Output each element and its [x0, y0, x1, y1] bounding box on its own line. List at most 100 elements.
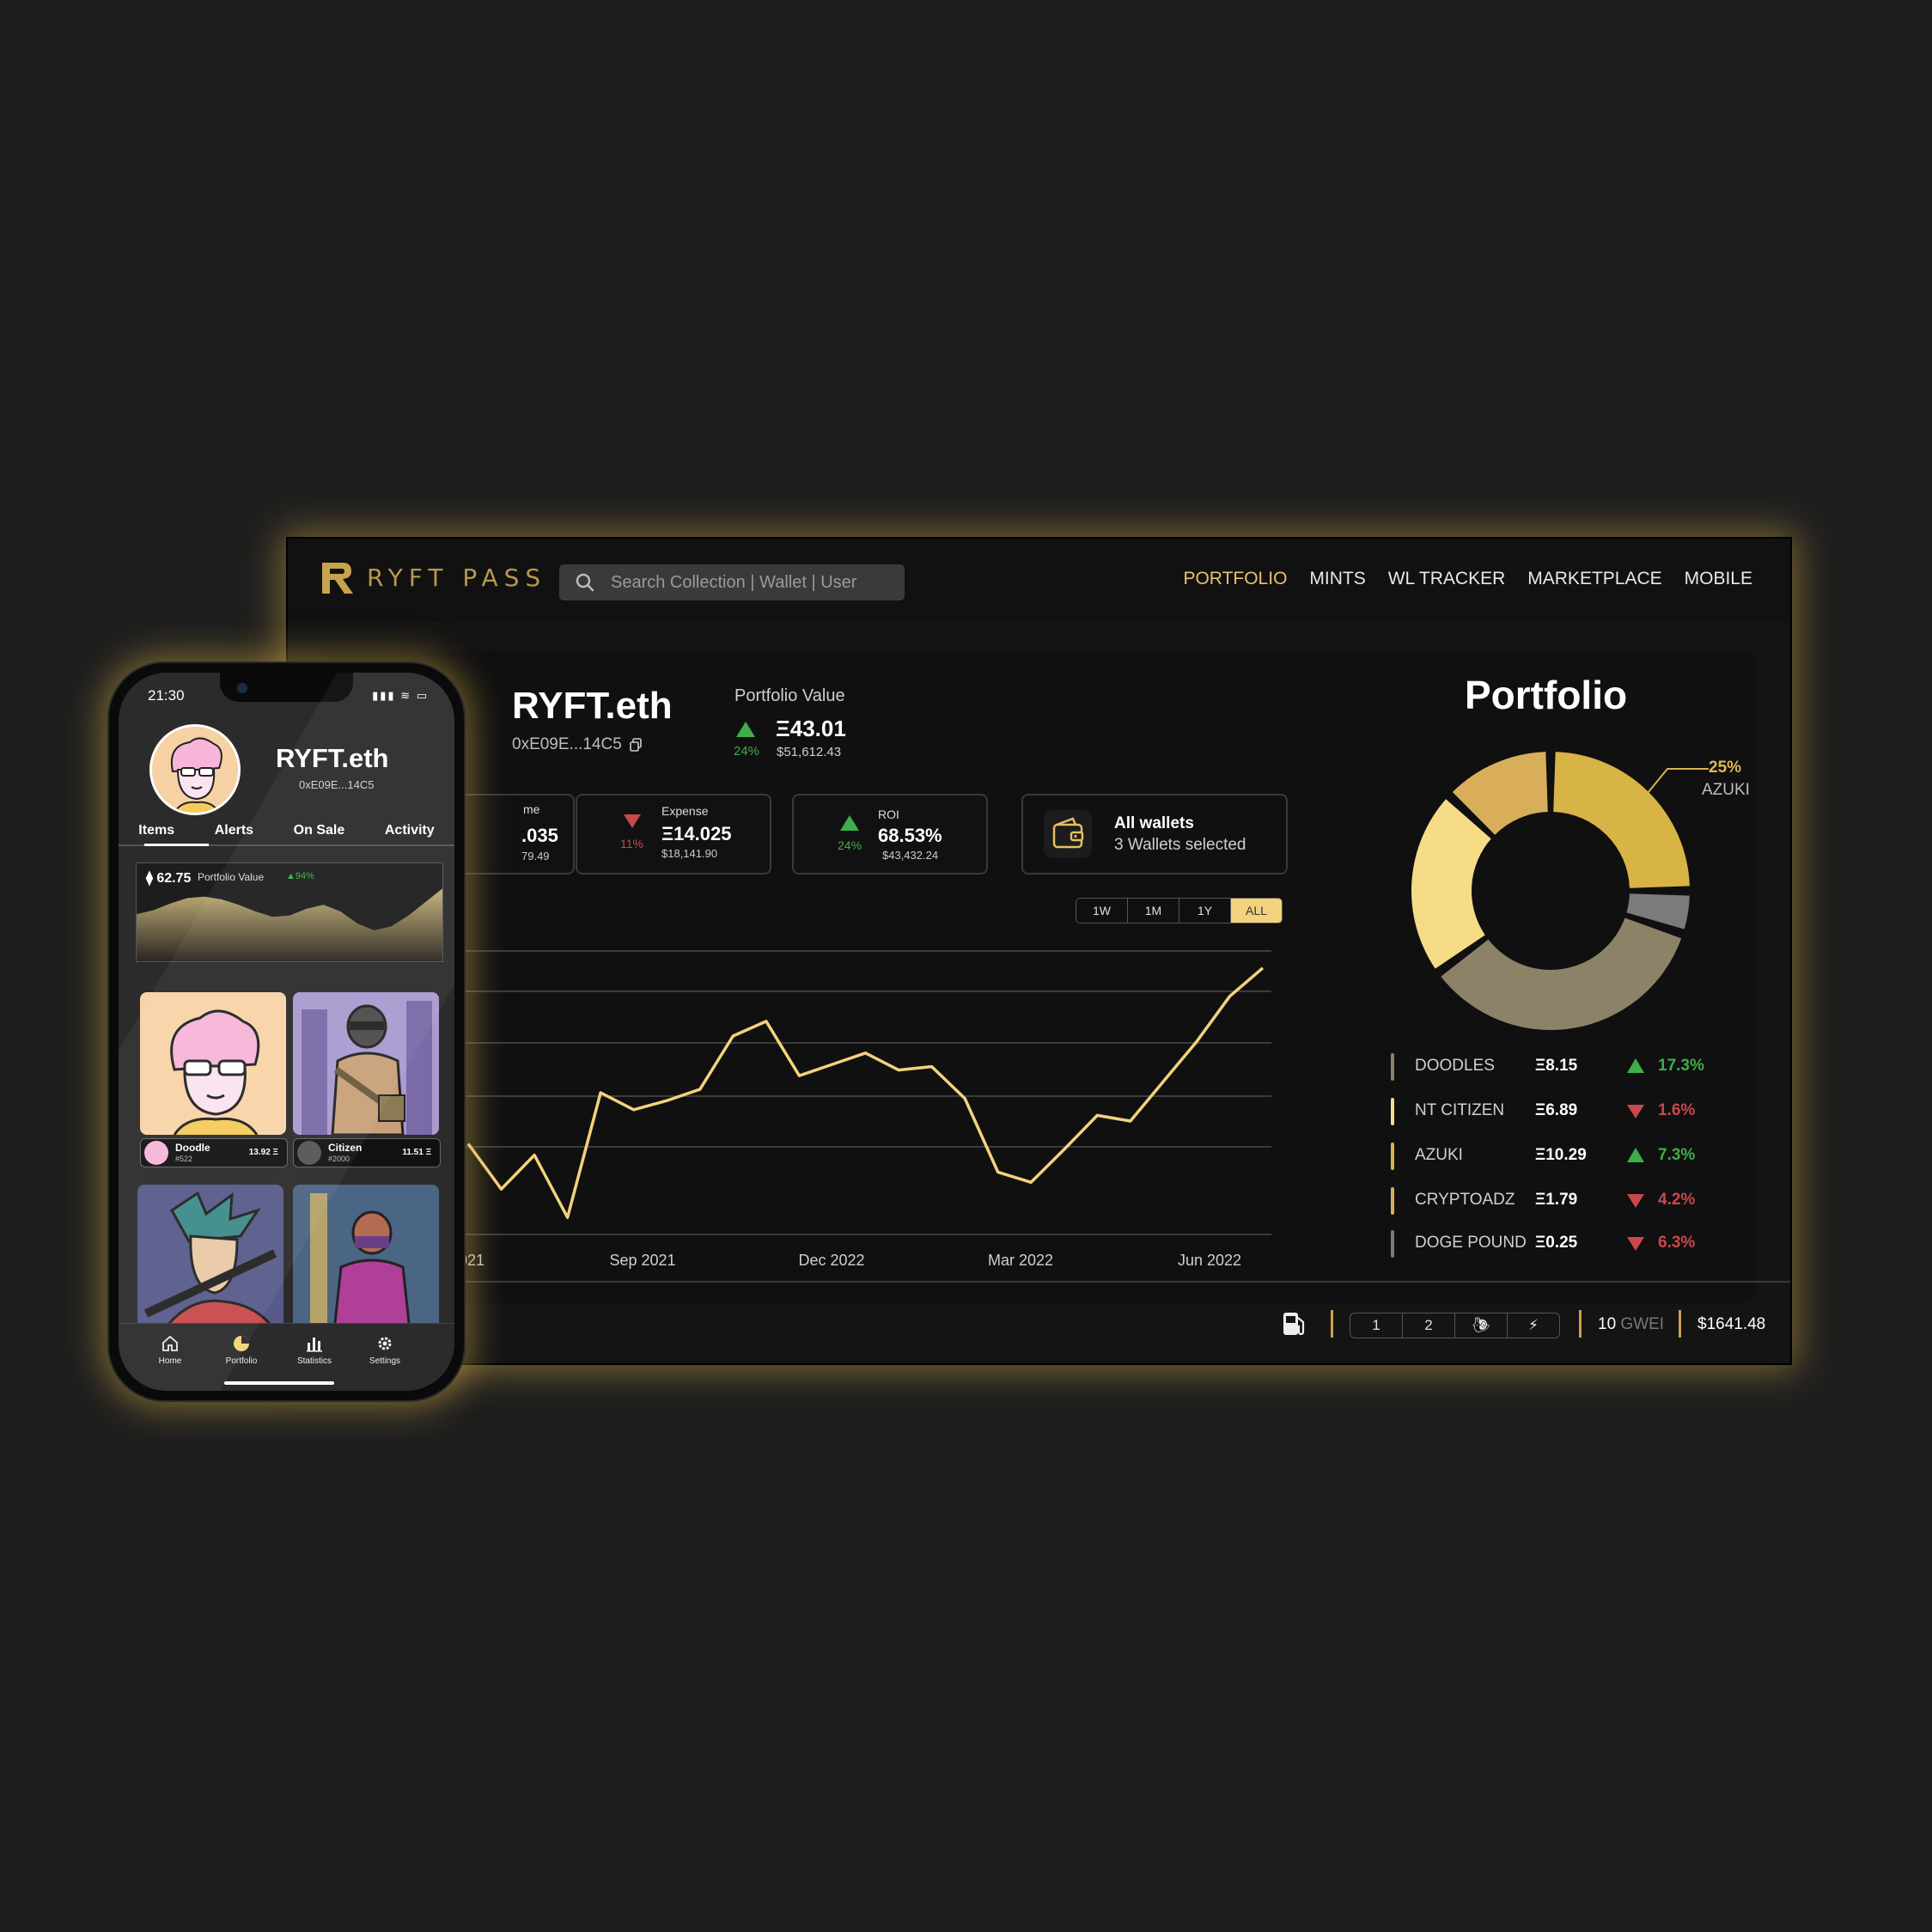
avatar[interactable] — [149, 724, 241, 815]
tabbar-label: Statistics — [296, 1356, 332, 1366]
holding-row[interactable]: NT CITIZEN Ξ6.89 1.6% — [1391, 1098, 1752, 1127]
holding-change: 17.3% — [1658, 1057, 1704, 1075]
nft-price: 11.51 Ξ — [402, 1148, 431, 1157]
holding-name: AZUKI — [1415, 1146, 1463, 1164]
nft-price: 13.92 Ξ — [248, 1148, 278, 1157]
account-address-row: 0xE09E...14C5 — [512, 735, 643, 754]
nft-card-citizen-2[interactable] — [293, 1185, 439, 1331]
footer-divider — [460, 1281, 1790, 1283]
holding-name: DOGE POUND — [1415, 1234, 1527, 1252]
tabbar-label: Portfolio — [225, 1356, 258, 1366]
footer-separator — [1679, 1310, 1681, 1338]
top-bar: RYFT PASS Search Collection | Wallet | U… — [288, 539, 1790, 622]
citizen-art — [293, 992, 439, 1135]
azuki-art — [143, 1191, 277, 1331]
expense-change: 11% — [620, 837, 643, 850]
nav-wl-tracker[interactable]: WL TRACKER — [1388, 569, 1506, 589]
roi-change: 24% — [838, 838, 862, 852]
up-arrow-icon — [1627, 1148, 1644, 1162]
wallet-selector[interactable]: All wallets 3 Wallets selected — [1021, 794, 1288, 875]
nft-name: Citizen — [328, 1142, 363, 1154]
mini-area-fill — [137, 888, 442, 961]
donut-callout-label: AZUKI — [1702, 781, 1750, 799]
roi-card: ROI 24% 68.53% $43,432.24 — [792, 794, 988, 875]
nav-mobile[interactable]: MOBILE — [1685, 569, 1752, 589]
speed-1-button[interactable]: 1 — [1350, 1313, 1403, 1338]
verified-avatar-icon — [297, 1141, 321, 1165]
search-icon — [576, 573, 594, 592]
tabbar-statistics[interactable]: Statistics — [284, 1334, 344, 1366]
nav-portfolio[interactable]: PORTFOLIO — [1183, 569, 1287, 589]
search-bar[interactable]: Search Collection | Wallet | User — [559, 564, 905, 600]
holding-value: Ξ8.15 — [1535, 1057, 1578, 1075]
expense-card: Expense 11% Ξ14.025 $18,141.90 — [576, 794, 771, 875]
holding-name: DOODLES — [1415, 1057, 1495, 1075]
nav-mints[interactable]: MINTS — [1309, 569, 1365, 589]
bar-chart-icon — [307, 1338, 322, 1352]
legend-color-bar — [1391, 1187, 1394, 1215]
slow-speed-button[interactable]: 🐌︎ — [1455, 1313, 1508, 1338]
range-1y[interactable]: 1Y — [1179, 899, 1231, 923]
holding-value: Ξ0.25 — [1535, 1234, 1578, 1252]
expense-label: Expense — [661, 804, 709, 818]
up-arrow-icon — [840, 815, 859, 831]
tabbar-label: Settings — [369, 1356, 401, 1366]
holding-value: Ξ1.79 — [1535, 1191, 1578, 1209]
fast-speed-button[interactable]: ⚡︎ — [1508, 1313, 1559, 1338]
down-arrow-icon — [1627, 1237, 1644, 1251]
nft-card-doodle[interactable] — [140, 992, 286, 1135]
tabbar-portfolio[interactable]: Portfolio — [211, 1334, 271, 1366]
search-input[interactable]: Search Collection | Wallet | User — [611, 573, 856, 593]
holding-value: Ξ10.29 — [1535, 1146, 1587, 1164]
legend-color-bar — [1391, 1053, 1394, 1081]
nft-card-azuki[interactable] — [137, 1185, 283, 1331]
portfolio-value-label: Portfolio Value — [734, 686, 845, 705]
gear-icon — [378, 1337, 392, 1350]
home-icon — [162, 1335, 178, 1351]
logo-text: RYFT PASS — [367, 563, 547, 592]
tabbar-home[interactable]: Home — [140, 1334, 200, 1366]
x-tick-label: Mar 2022 — [987, 1252, 1054, 1269]
portfolio-value-eth: Ξ43.01 — [776, 716, 846, 741]
holding-row[interactable]: DOODLES Ξ8.15 17.3% — [1391, 1053, 1752, 1082]
tab-on-sale[interactable]: On Sale — [294, 823, 345, 844]
range-all[interactable]: ALL — [1231, 899, 1282, 923]
footer-separator — [1579, 1310, 1582, 1338]
portfolio-line-chart — [460, 950, 1271, 1235]
doodle-art — [170, 1009, 260, 1135]
status-time: 21:30 — [148, 687, 185, 704]
legend-color-bar — [1391, 1098, 1394, 1125]
legend-color-bar — [1391, 1143, 1394, 1170]
speed-2-button[interactable]: 2 — [1403, 1313, 1455, 1338]
range-1m[interactable]: 1M — [1128, 899, 1179, 923]
x-tick-label: Jun 2022 — [1177, 1252, 1242, 1269]
tab-alerts[interactable]: Alerts — [215, 823, 253, 844]
wallet-icon — [1044, 810, 1092, 858]
logo[interactable]: RYFT PASS — [319, 559, 546, 595]
tabbar-settings[interactable]: Settings — [355, 1334, 415, 1366]
tab-activity[interactable]: Activity — [385, 823, 435, 844]
income-value: .035 — [521, 825, 558, 846]
donut-slice-nt-citizen[interactable] — [1411, 799, 1491, 969]
up-arrow-icon — [736, 722, 755, 737]
profile-address: 0xE09E...14C5 — [299, 778, 375, 791]
range-1w[interactable]: 1W — [1076, 899, 1128, 923]
holding-row[interactable]: DOGE POUND Ξ0.25 6.3% — [1391, 1230, 1752, 1259]
down-arrow-icon — [1627, 1105, 1644, 1118]
holding-row[interactable]: AZUKI Ξ10.29 7.3% — [1391, 1143, 1752, 1172]
nav-marketplace[interactable]: MARKETPLACE — [1527, 569, 1661, 589]
active-tab-indicator — [144, 844, 209, 846]
down-arrow-icon — [624, 814, 641, 828]
nft-info-citizen[interactable]: Citizen #2000 11.51 Ξ — [293, 1138, 441, 1167]
phone-screen: 21:30 ▮▮▮ ≋ ▭ RYFT.eth 0xE09E...14C5 Ite… — [119, 673, 454, 1391]
holding-change: 4.2% — [1658, 1191, 1696, 1209]
income-label: me — [523, 802, 540, 816]
tab-items[interactable]: Items — [138, 823, 174, 844]
holding-change: 7.3% — [1658, 1146, 1696, 1164]
holding-row[interactable]: CRYPTOADZ Ξ1.79 4.2% — [1391, 1187, 1752, 1216]
holding-change: 6.3% — [1658, 1234, 1696, 1252]
nft-card-citizen[interactable] — [293, 992, 439, 1135]
copy-icon[interactable] — [629, 738, 643, 752]
gas-price: 10 GWEI — [1598, 1315, 1664, 1334]
nft-info-doodle[interactable]: Doodle #522 13.92 Ξ — [140, 1138, 288, 1167]
